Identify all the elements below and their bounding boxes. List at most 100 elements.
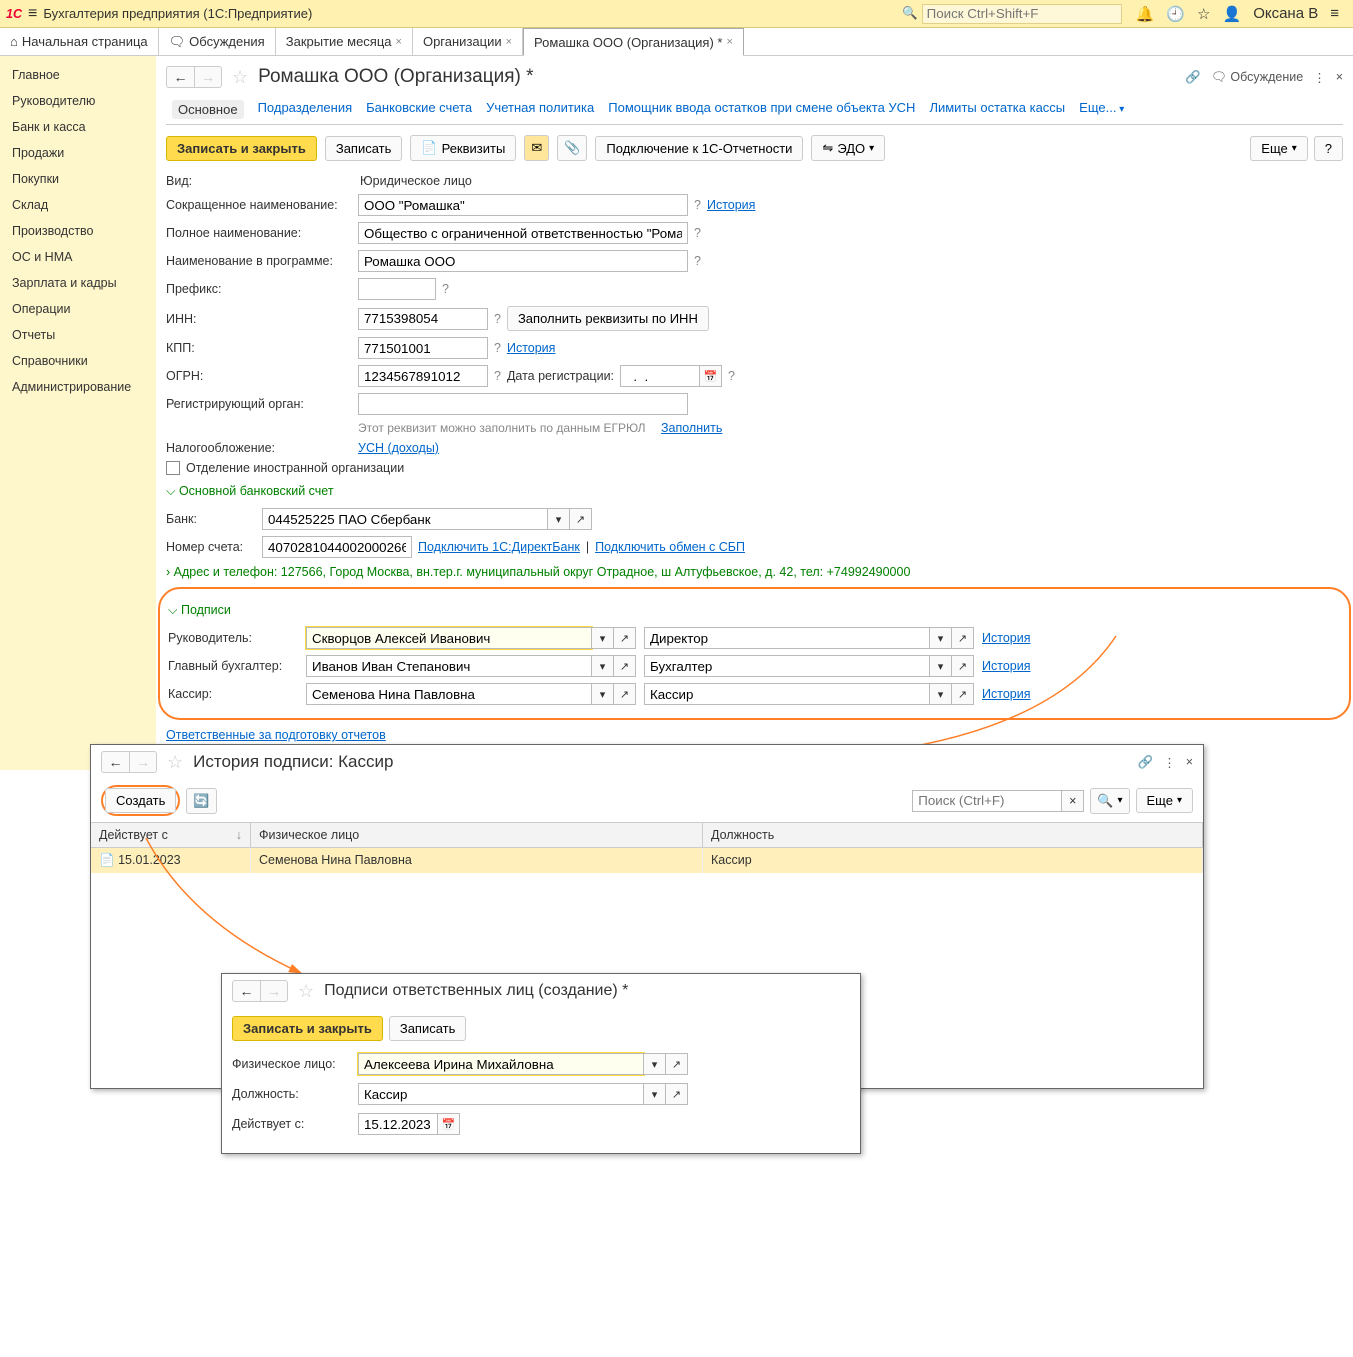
nav-forward-button[interactable]: → — [194, 66, 222, 88]
sidebar-pokupki[interactable]: Покупки — [0, 166, 156, 192]
create-button[interactable]: Создать — [105, 788, 176, 813]
responsible-link[interactable]: Ответственные за подготовку отчетов — [166, 728, 386, 742]
rukov-person-input[interactable] — [306, 627, 592, 649]
sidebar-otchety[interactable]: Отчеты — [0, 322, 156, 348]
dropdown-icon[interactable]: ▾ — [644, 1053, 666, 1075]
user-icon[interactable]: 👤 — [1223, 5, 1242, 23]
sidebar-os-nma[interactable]: ОС и НМА — [0, 244, 156, 270]
menu-icon[interactable]: ≡ — [1330, 5, 1339, 22]
sidebar-proizvod[interactable]: Производство — [0, 218, 156, 244]
favorite-star-icon[interactable]: ☆ — [232, 67, 248, 88]
help-icon[interactable]: ? — [494, 369, 501, 383]
section-address[interactable]: › Адрес и телефон: 127566, Город Москва,… — [166, 565, 910, 579]
history-link[interactable]: История — [982, 631, 1030, 645]
calendar-icon[interactable]: 📅 — [700, 365, 722, 387]
dropdown-icon[interactable]: ▾ — [644, 1083, 666, 1105]
mail-button[interactable]: ✉ — [524, 135, 549, 161]
close-icon[interactable]: × — [726, 36, 732, 48]
open-icon[interactable]: ↗ — [666, 1053, 688, 1075]
subtab-podr[interactable]: Подразделения — [258, 100, 353, 119]
win3-saveclose-button[interactable]: Записать и закрыть — [232, 1016, 383, 1041]
history-link[interactable]: История — [982, 659, 1030, 673]
rukov-pos-input[interactable] — [644, 627, 930, 649]
kpp-input[interactable] — [358, 337, 488, 359]
sidebar-rukovod[interactable]: Руководителю — [0, 88, 156, 114]
open-icon[interactable]: ↗ — [952, 655, 974, 677]
link-icon[interactable]: 🔗 — [1185, 70, 1201, 85]
dropdown-icon[interactable]: ▾ — [548, 508, 570, 530]
prog-input[interactable] — [358, 250, 688, 272]
favorite-star-icon[interactable]: ☆ — [167, 752, 183, 773]
history-link[interactable]: История — [982, 687, 1030, 701]
win2-search-input[interactable] — [912, 790, 1062, 812]
sidebar-operacii[interactable]: Операции — [0, 296, 156, 322]
link-icon[interactable]: 🔗 — [1138, 755, 1154, 770]
win3-save-button[interactable]: Записать — [389, 1016, 467, 1041]
tab-month-close[interactable]: Закрытие месяца× — [276, 28, 413, 55]
prefix-input[interactable] — [358, 278, 436, 300]
table-row[interactable]: 📄 15.01.2023 Семенова Нина Павловна Касс… — [91, 848, 1203, 873]
date-reg-input[interactable] — [620, 365, 700, 387]
ogrn-input[interactable] — [358, 365, 488, 387]
glav-pos-input[interactable] — [644, 655, 930, 677]
sidebar-zarplata[interactable]: Зарплата и кадры — [0, 270, 156, 296]
nav-forward-button[interactable]: → — [129, 751, 157, 773]
date-input[interactable] — [358, 1113, 438, 1135]
discuss-link[interactable]: 🗨 Обсуждение — [1211, 70, 1303, 85]
attach-button[interactable]: 📎 — [557, 135, 587, 161]
nalog-link[interactable]: УСН (доходы) — [358, 441, 439, 455]
save-button[interactable]: Записать — [325, 136, 403, 161]
inn-input[interactable] — [358, 308, 488, 330]
open-icon[interactable]: ↗ — [570, 508, 592, 530]
help-icon[interactable]: ? — [494, 312, 501, 326]
user-name[interactable]: Оксана В — [1253, 5, 1318, 22]
dropdown-icon[interactable]: ▾ — [592, 683, 614, 705]
bell-icon[interactable]: 🔔 — [1136, 5, 1155, 23]
glav-person-input[interactable] — [306, 655, 592, 677]
win2-more-button[interactable]: Еще — [1136, 788, 1193, 813]
open-icon[interactable]: ↗ — [614, 655, 636, 677]
kebab-icon[interactable]: ⋮ — [1163, 755, 1176, 770]
calendar-icon[interactable]: 📅 — [438, 1113, 460, 1135]
help-icon[interactable]: ? — [728, 369, 735, 383]
subtab-bank[interactable]: Банковские счета — [366, 100, 472, 119]
dropdown-icon[interactable]: ▾ — [930, 683, 952, 705]
clear-icon[interactable]: × — [1062, 790, 1084, 812]
account-input[interactable] — [262, 536, 412, 558]
tab-discussions[interactable]: 🗨Обсуждения — [159, 28, 276, 55]
help-icon[interactable]: ? — [694, 254, 701, 268]
dropdown-icon[interactable]: ▾ — [930, 655, 952, 677]
open-icon[interactable]: ↗ — [666, 1083, 688, 1105]
phys-input[interactable] — [358, 1053, 644, 1075]
dropdown-icon[interactable]: ▾ — [592, 627, 614, 649]
close-icon[interactable]: × — [396, 36, 402, 48]
help-icon[interactable]: ? — [694, 226, 701, 240]
favorite-star-icon[interactable]: ☆ — [298, 981, 314, 1002]
subtab-limit[interactable]: Лимиты остатка кассы — [929, 100, 1065, 119]
sidebar-glavnoe[interactable]: Главное — [0, 62, 156, 88]
section-podpisi[interactable]: Подписи — [168, 597, 1335, 624]
requisites-button[interactable]: 📄Реквизиты — [410, 135, 516, 161]
tab-romashka[interactable]: Ромашка ООО (Организация) *× — [523, 28, 744, 56]
sbp-link[interactable]: Подключить обмен с СБП — [595, 540, 745, 554]
fill-link[interactable]: Заполнить — [661, 421, 722, 435]
subtab-main[interactable]: Основное — [172, 100, 244, 119]
star-icon[interactable]: ☆ — [1197, 5, 1210, 23]
kass-pos-input[interactable] — [644, 683, 930, 705]
open-icon[interactable]: ↗ — [952, 627, 974, 649]
subtab-usn[interactable]: Помощник ввода остатков при смене объект… — [608, 100, 915, 119]
refresh-button[interactable]: 🔄 — [186, 788, 216, 814]
history-icon[interactable]: 🕘 — [1166, 5, 1185, 23]
col-person[interactable]: Физическое лицо — [251, 823, 703, 847]
close-icon[interactable]: × — [506, 36, 512, 48]
subtab-uchet[interactable]: Учетная политика — [486, 100, 594, 119]
sidebar-prodazhi[interactable]: Продажи — [0, 140, 156, 166]
connect-1c-button[interactable]: Подключение к 1С-Отчетности — [595, 136, 803, 161]
help-icon[interactable]: ? — [442, 282, 449, 296]
history-link[interactable]: История — [707, 198, 755, 212]
open-icon[interactable]: ↗ — [952, 683, 974, 705]
kass-person-input[interactable] — [306, 683, 592, 705]
kebab-icon[interactable]: ⋮ — [1313, 70, 1326, 85]
nav-back-button[interactable]: ← — [232, 980, 260, 1002]
global-search-input[interactable] — [922, 4, 1122, 24]
